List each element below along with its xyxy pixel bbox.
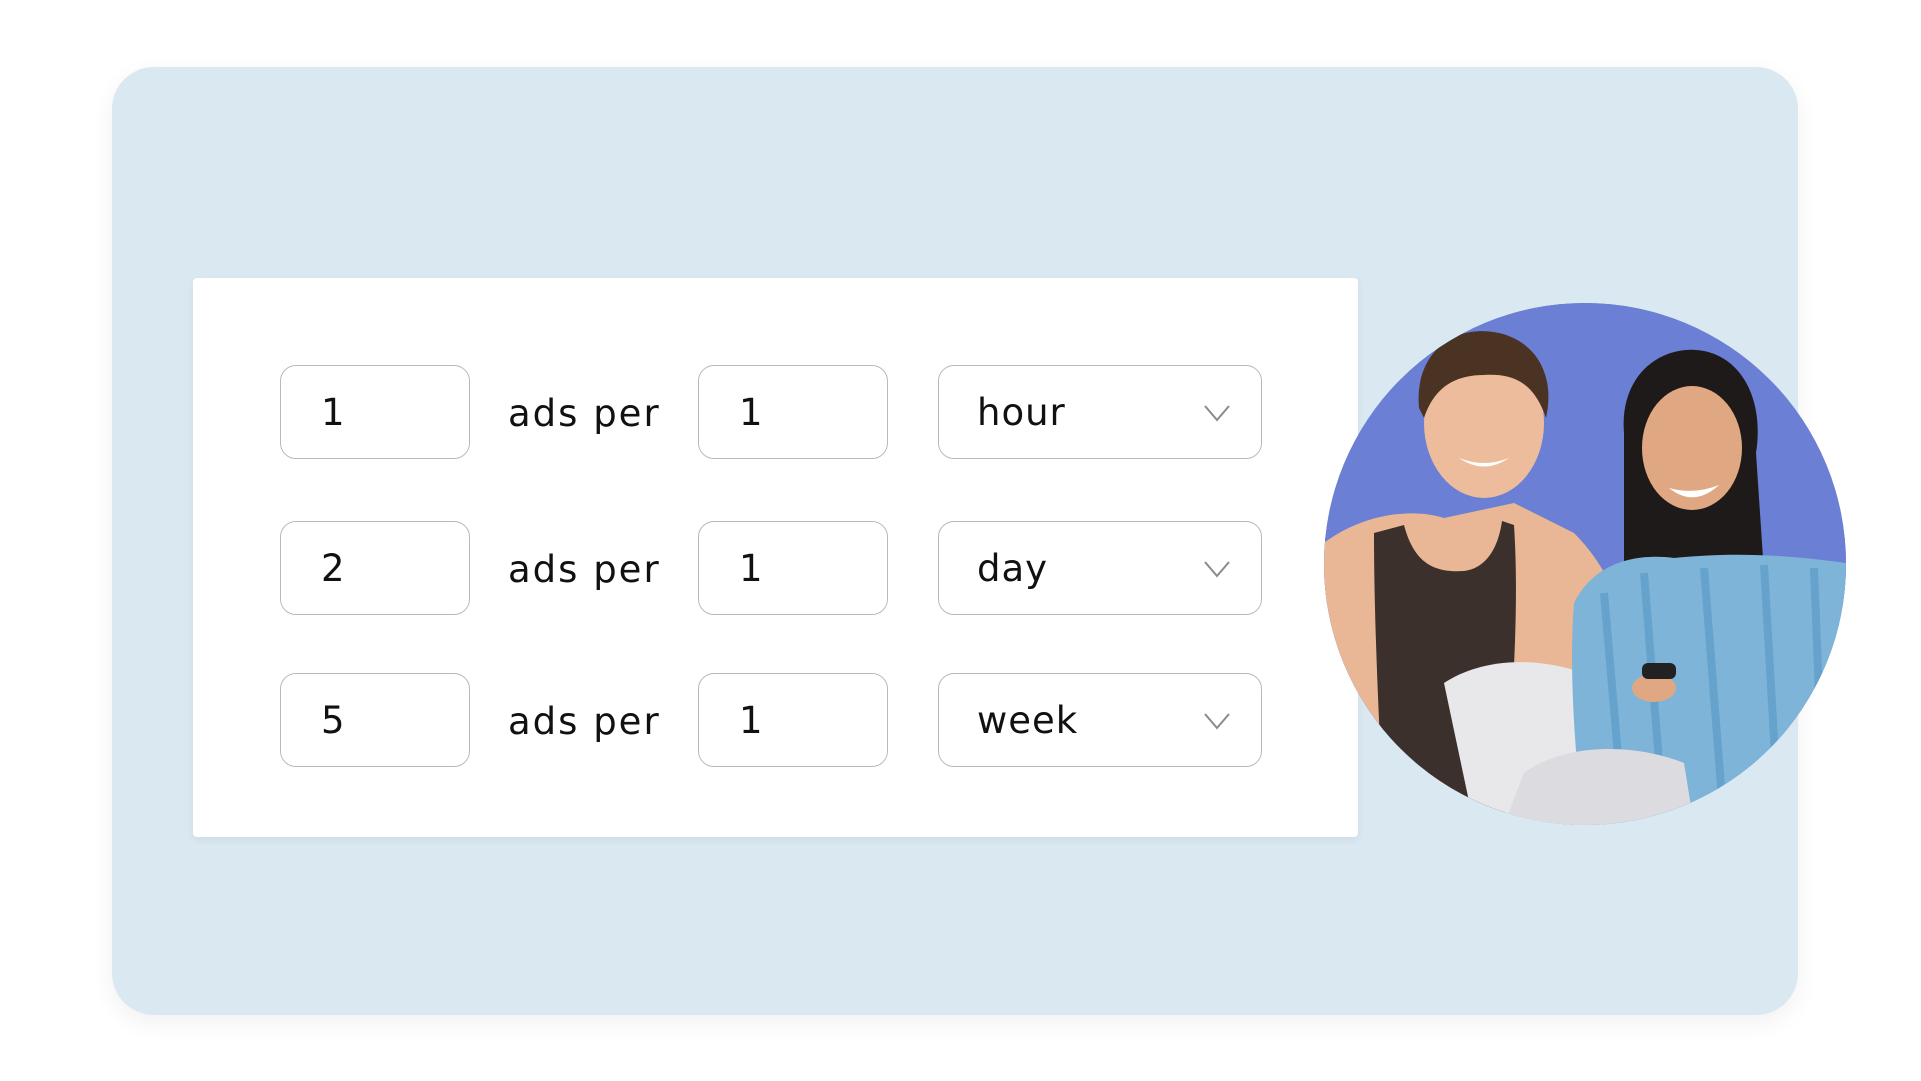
frequency-rule-row: 1 ads per 1 hour <box>280 365 1280 461</box>
chevron-down-icon <box>1204 405 1230 422</box>
viewers-photo <box>1324 303 1846 825</box>
period-count-input[interactable]: 1 <box>698 673 888 767</box>
frequency-cap-panel: 1 ads per 1 hour 2 ads per 1 day 5 ads p… <box>193 278 1358 837</box>
ads-per-label: ads per <box>508 699 661 743</box>
period-count-value: 1 <box>739 698 764 742</box>
ads-count-value: 5 <box>321 698 346 742</box>
period-count-value: 1 <box>739 390 764 434</box>
ads-count-input[interactable]: 5 <box>280 673 470 767</box>
viewers-illustration <box>1324 303 1846 825</box>
ads-count-input[interactable]: 2 <box>280 521 470 615</box>
period-count-value: 1 <box>739 546 764 590</box>
frequency-rule-row: 5 ads per 1 week <box>280 673 1280 769</box>
ads-per-label: ads per <box>508 391 661 435</box>
ads-count-value: 1 <box>321 390 346 434</box>
period-unit-value: hour <box>977 390 1066 434</box>
period-unit-select[interactable]: week <box>938 673 1262 767</box>
period-count-input[interactable]: 1 <box>698 365 888 459</box>
ads-per-label: ads per <box>508 547 661 591</box>
frequency-rule-row: 2 ads per 1 day <box>280 521 1280 617</box>
period-unit-value: week <box>977 698 1079 742</box>
period-unit-select[interactable]: hour <box>938 365 1262 459</box>
ads-count-value: 2 <box>321 546 346 590</box>
chevron-down-icon <box>1204 561 1230 578</box>
chevron-down-icon <box>1204 713 1230 730</box>
period-unit-select[interactable]: day <box>938 521 1262 615</box>
period-count-input[interactable]: 1 <box>698 521 888 615</box>
period-unit-value: day <box>977 546 1049 590</box>
ads-count-input[interactable]: 1 <box>280 365 470 459</box>
